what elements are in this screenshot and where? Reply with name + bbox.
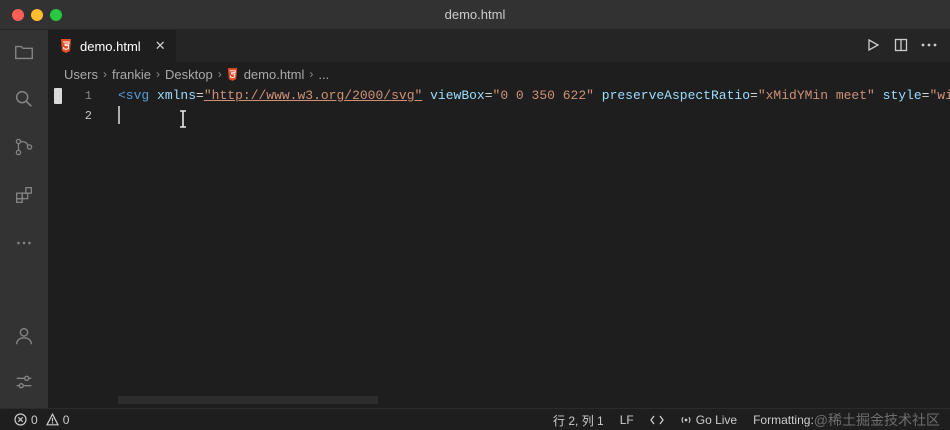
tab-bar: demo.html ✕	[48, 30, 950, 62]
breadcrumb-separator: ›	[309, 67, 314, 81]
problems-indicator[interactable]: 0 0	[0, 413, 69, 427]
account-icon[interactable]	[12, 324, 36, 348]
files-icon[interactable]	[12, 40, 36, 64]
error-icon	[14, 413, 27, 426]
code-eq: =	[196, 88, 204, 103]
breadcrumb-separator: ›	[102, 67, 107, 81]
error-count: 0	[31, 412, 38, 427]
warning-icon	[45, 413, 59, 426]
ibeam-cursor-icon	[180, 110, 186, 128]
extensions-icon[interactable]	[12, 183, 36, 207]
code-brackets-icon[interactable]	[649, 414, 664, 426]
end-of-line[interactable]: LF	[620, 413, 634, 427]
go-live-label: Go Live	[695, 413, 738, 427]
title-bar: demo.html	[0, 0, 950, 30]
horizontal-scrollbar[interactable]	[118, 396, 378, 404]
tab-demo-html[interactable]: demo.html ✕	[48, 30, 176, 62]
cursor-position[interactable]: 行 2, 列 1	[553, 412, 604, 429]
formatting-status[interactable]: Formatting: @稀土掘金技术社区	[753, 410, 940, 430]
code-value: "0 0 350 622"	[492, 88, 594, 103]
code-line-1[interactable]: <svg xmlns="http://www.w3.org/2000/svg" …	[118, 88, 950, 103]
text-cursor	[118, 106, 120, 124]
more-actions-icon[interactable]	[920, 36, 938, 54]
status-bar-right: 行 2, 列 1 LF Go Live Formatting: @稀土掘金技术社…	[553, 409, 940, 430]
warning-count: 0	[62, 412, 70, 427]
breadcrumb-separator: ›	[155, 67, 160, 81]
code-attr: viewBox	[430, 88, 485, 103]
more-icon[interactable]	[12, 231, 36, 255]
watermark-text: @稀土掘金技术社区	[813, 412, 940, 428]
run-icon[interactable]	[864, 36, 882, 54]
code-attr: preserveAspectRatio	[601, 88, 750, 103]
breadcrumb: Users › frankie › Desktop › demo.html › …	[48, 62, 950, 86]
formatting-label: Formatting:	[753, 413, 814, 427]
code-editor[interactable]: 1 2 <svg xmlns="http://www.w3.org/2000/s…	[48, 86, 950, 408]
html5-icon	[61, 39, 71, 53]
settings-icon[interactable]	[12, 370, 36, 394]
html5-icon	[227, 67, 237, 81]
activity-bar	[0, 30, 48, 408]
code-eq: =	[750, 88, 758, 103]
gutter-marker	[54, 88, 62, 104]
window-title: demo.html	[444, 7, 506, 22]
tab-label: demo.html	[80, 38, 141, 54]
breadcrumb-item-users[interactable]: Users	[64, 67, 98, 82]
breadcrumb-separator: ›	[217, 67, 222, 81]
code-link[interactable]: "http://www.w3.org/2000/svg"	[204, 88, 422, 103]
broadcast-icon	[681, 416, 691, 424]
editor-actions	[864, 36, 938, 54]
code-attr: style	[882, 88, 922, 103]
split-editor-icon[interactable]	[892, 36, 910, 54]
code-tag: <svg	[118, 88, 150, 103]
status-bar: 0 0 行 2, 列 1 LF Go Live Formatting: @稀土掘…	[0, 408, 950, 430]
breadcrumb-item-frankie[interactable]: frankie	[112, 67, 151, 82]
close-tab-icon[interactable]: ✕	[155, 38, 166, 54]
source-control-icon[interactable]	[12, 135, 36, 159]
code-attr: xmlns	[157, 88, 197, 103]
breadcrumb-item-demo-html[interactable]: demo.html	[244, 67, 305, 82]
line-number: 1	[84, 89, 92, 103]
line-number: 2	[84, 109, 92, 123]
breadcrumb-item-desktop[interactable]: Desktop	[165, 67, 213, 82]
search-icon[interactable]	[12, 87, 36, 111]
go-live-button[interactable]: Go Live	[680, 413, 737, 427]
code-eq: =	[484, 88, 493, 103]
code-value: "xMidYMin meet"	[757, 88, 875, 103]
breadcrumb-item-symbols[interactable]: ...	[318, 67, 329, 82]
code-value: "wi	[929, 88, 950, 103]
